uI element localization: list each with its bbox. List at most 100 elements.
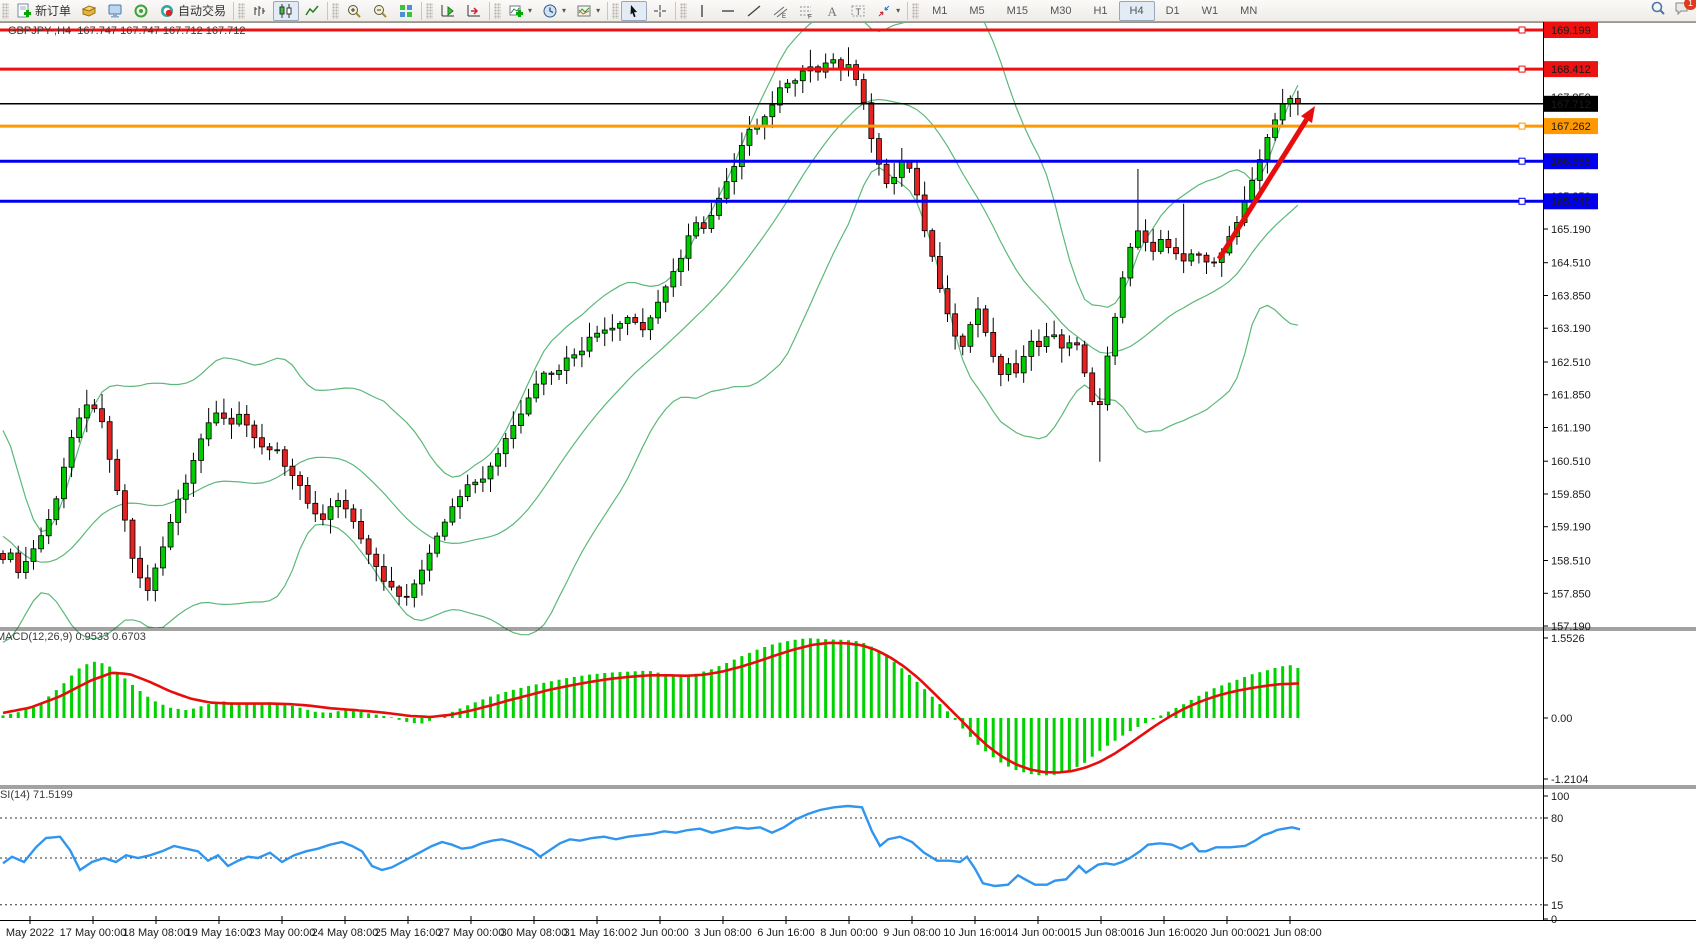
indicators-button[interactable]: ▾ bbox=[571, 1, 605, 21]
crosshair-icon bbox=[652, 3, 668, 19]
indicator-icon bbox=[576, 3, 592, 19]
price-tick-label: 157.190 bbox=[1551, 621, 1591, 633]
toolbar-separator bbox=[675, 2, 676, 20]
macd-axis-label: -1.2104 bbox=[1551, 774, 1588, 786]
resistance-2-handle[interactable] bbox=[1519, 66, 1525, 72]
toolbar-drag-handle[interactable] bbox=[332, 3, 339, 19]
toolbar-drag-handle[interactable] bbox=[494, 3, 501, 19]
channel-icon: E bbox=[772, 3, 788, 19]
toolbar-drag-handle[interactable] bbox=[238, 3, 245, 19]
auto-scroll-button[interactable] bbox=[435, 1, 461, 21]
doc-plus-icon bbox=[16, 3, 32, 19]
rsi-axis-label: 15 bbox=[1551, 900, 1563, 912]
timeframe-m5[interactable]: M5 bbox=[958, 1, 995, 21]
tile-windows-button[interactable] bbox=[393, 1, 419, 21]
timeframe-h1-label: H1 bbox=[1087, 5, 1113, 17]
toolbar-separator bbox=[327, 2, 328, 20]
support-2-handle[interactable] bbox=[1519, 198, 1525, 204]
macd-axis-label: 1.5526 bbox=[1551, 633, 1585, 645]
time-tick-label: 24 May 08:00 bbox=[312, 927, 379, 939]
strategy-tester-button[interactable] bbox=[128, 1, 154, 21]
tiles-icon bbox=[398, 3, 414, 19]
toolbar-drag-handle[interactable] bbox=[912, 3, 919, 19]
bar-chart-button[interactable] bbox=[247, 1, 273, 21]
vertical-line-button[interactable] bbox=[689, 1, 715, 21]
horizontal-line-button[interactable] bbox=[715, 1, 741, 21]
pivot-handle[interactable] bbox=[1519, 123, 1525, 129]
timeframe-d1-label: D1 bbox=[1160, 5, 1186, 17]
line-chart-button[interactable] bbox=[299, 1, 325, 21]
timeframe-m30[interactable]: M30 bbox=[1039, 1, 1082, 21]
timeframe-d1[interactable]: D1 bbox=[1155, 1, 1191, 21]
price-tick-label: 163.850 bbox=[1551, 291, 1591, 303]
support-1-handle[interactable] bbox=[1519, 158, 1525, 164]
timeframe-h4[interactable]: H4 bbox=[1119, 1, 1155, 21]
trendline-button[interactable] bbox=[741, 1, 767, 21]
crosshair-button[interactable] bbox=[647, 1, 673, 21]
time-tick-label: 10 Jun 16:00 bbox=[943, 927, 1007, 939]
text-button[interactable]: A bbox=[819, 1, 845, 21]
autotrading-button-label: 自动交易 bbox=[178, 2, 226, 19]
price-badge-label: 169.199 bbox=[1551, 25, 1591, 37]
toolbar-separator bbox=[907, 2, 908, 20]
cursor-button[interactable] bbox=[621, 1, 647, 21]
robot-icon bbox=[159, 3, 175, 19]
clock-icon bbox=[542, 3, 558, 19]
macd-axis-label: 0.00 bbox=[1551, 713, 1572, 725]
time-tick-label: 18 May 08:00 bbox=[123, 927, 190, 939]
zoom-in-button[interactable] bbox=[341, 1, 367, 21]
time-tick-label: 9 Jun 08:00 bbox=[883, 927, 941, 939]
svg-text:F: F bbox=[808, 13, 812, 19]
time-tick-label: 20 Jun 00:00 bbox=[1195, 927, 1259, 939]
hline-icon bbox=[720, 3, 736, 19]
gold-book-icon bbox=[81, 3, 97, 19]
notification-badge: 1 bbox=[1684, 0, 1696, 10]
time-tick-label: 17 May 00:00 bbox=[60, 927, 127, 939]
toolbar-drag-handle[interactable] bbox=[426, 3, 433, 19]
new-order-button[interactable]: 新订单 bbox=[11, 1, 76, 21]
price-badge-label: 165.748 bbox=[1551, 196, 1591, 208]
data-window-button[interactable] bbox=[102, 1, 128, 21]
profiles-button[interactable]: ▾ bbox=[537, 1, 571, 21]
time-tick-label: 8 Jun 00:00 bbox=[820, 927, 878, 939]
timeframe-w1-label: W1 bbox=[1196, 5, 1225, 17]
candlestick-button[interactable] bbox=[273, 1, 299, 21]
notifications-button[interactable]: 1 bbox=[1674, 0, 1690, 21]
search-button[interactable] bbox=[1650, 0, 1666, 21]
toolbar-drag-handle[interactable] bbox=[2, 3, 9, 19]
toolbar-drag-handle[interactable] bbox=[612, 3, 619, 19]
time-tick-label: 21 Jun 08:00 bbox=[1258, 927, 1322, 939]
price-tick-label: 161.190 bbox=[1551, 423, 1591, 435]
resistance-1-handle[interactable] bbox=[1519, 27, 1525, 33]
chart-shift-button[interactable] bbox=[461, 1, 487, 21]
timeframe-m1[interactable]: M1 bbox=[921, 1, 958, 21]
market-watch-button[interactable] bbox=[76, 1, 102, 21]
zoom-out-button[interactable] bbox=[367, 1, 393, 21]
monitor-icon bbox=[107, 3, 123, 19]
text-label-button[interactable]: T bbox=[845, 1, 871, 21]
chart-area[interactable]: 167.850167.190166.530165.850165.190164.5… bbox=[0, 0, 1696, 944]
toolbar-separator bbox=[607, 2, 608, 20]
arrows-button[interactable]: ▾ bbox=[871, 1, 905, 21]
new-chart-button[interactable]: ▾ bbox=[503, 1, 537, 21]
fibo-icon: F bbox=[798, 3, 814, 19]
bars-icon bbox=[252, 3, 268, 19]
cursor-icon bbox=[626, 3, 642, 19]
equidistant-channel-button[interactable]: E bbox=[767, 1, 793, 21]
rsi-axis-label: 100 bbox=[1551, 791, 1569, 803]
macd-indicator-label: MACD(12,26,9) 0.9533 0.6703 bbox=[0, 631, 146, 643]
autotrading-button[interactable]: 自动交易 bbox=[154, 1, 231, 21]
fibonacci-button[interactable]: F bbox=[793, 1, 819, 21]
timeframe-m15[interactable]: M15 bbox=[996, 1, 1039, 21]
time-tick-label: 6 Jun 16:00 bbox=[757, 927, 815, 939]
time-tick-label: 14 Jun 00:00 bbox=[1006, 927, 1070, 939]
time-tick-label: 19 May 16:00 bbox=[186, 927, 253, 939]
timeframe-h1[interactable]: H1 bbox=[1082, 1, 1118, 21]
timeframe-mn[interactable]: MN bbox=[1229, 1, 1268, 21]
timeframe-h4-label: H4 bbox=[1124, 5, 1150, 17]
timeframe-w1[interactable]: W1 bbox=[1191, 1, 1230, 21]
labelT-icon: T bbox=[850, 3, 866, 19]
zoom-out-icon bbox=[372, 3, 388, 19]
rsi-axis-label: 50 bbox=[1551, 853, 1563, 865]
toolbar-drag-handle[interactable] bbox=[680, 3, 687, 19]
